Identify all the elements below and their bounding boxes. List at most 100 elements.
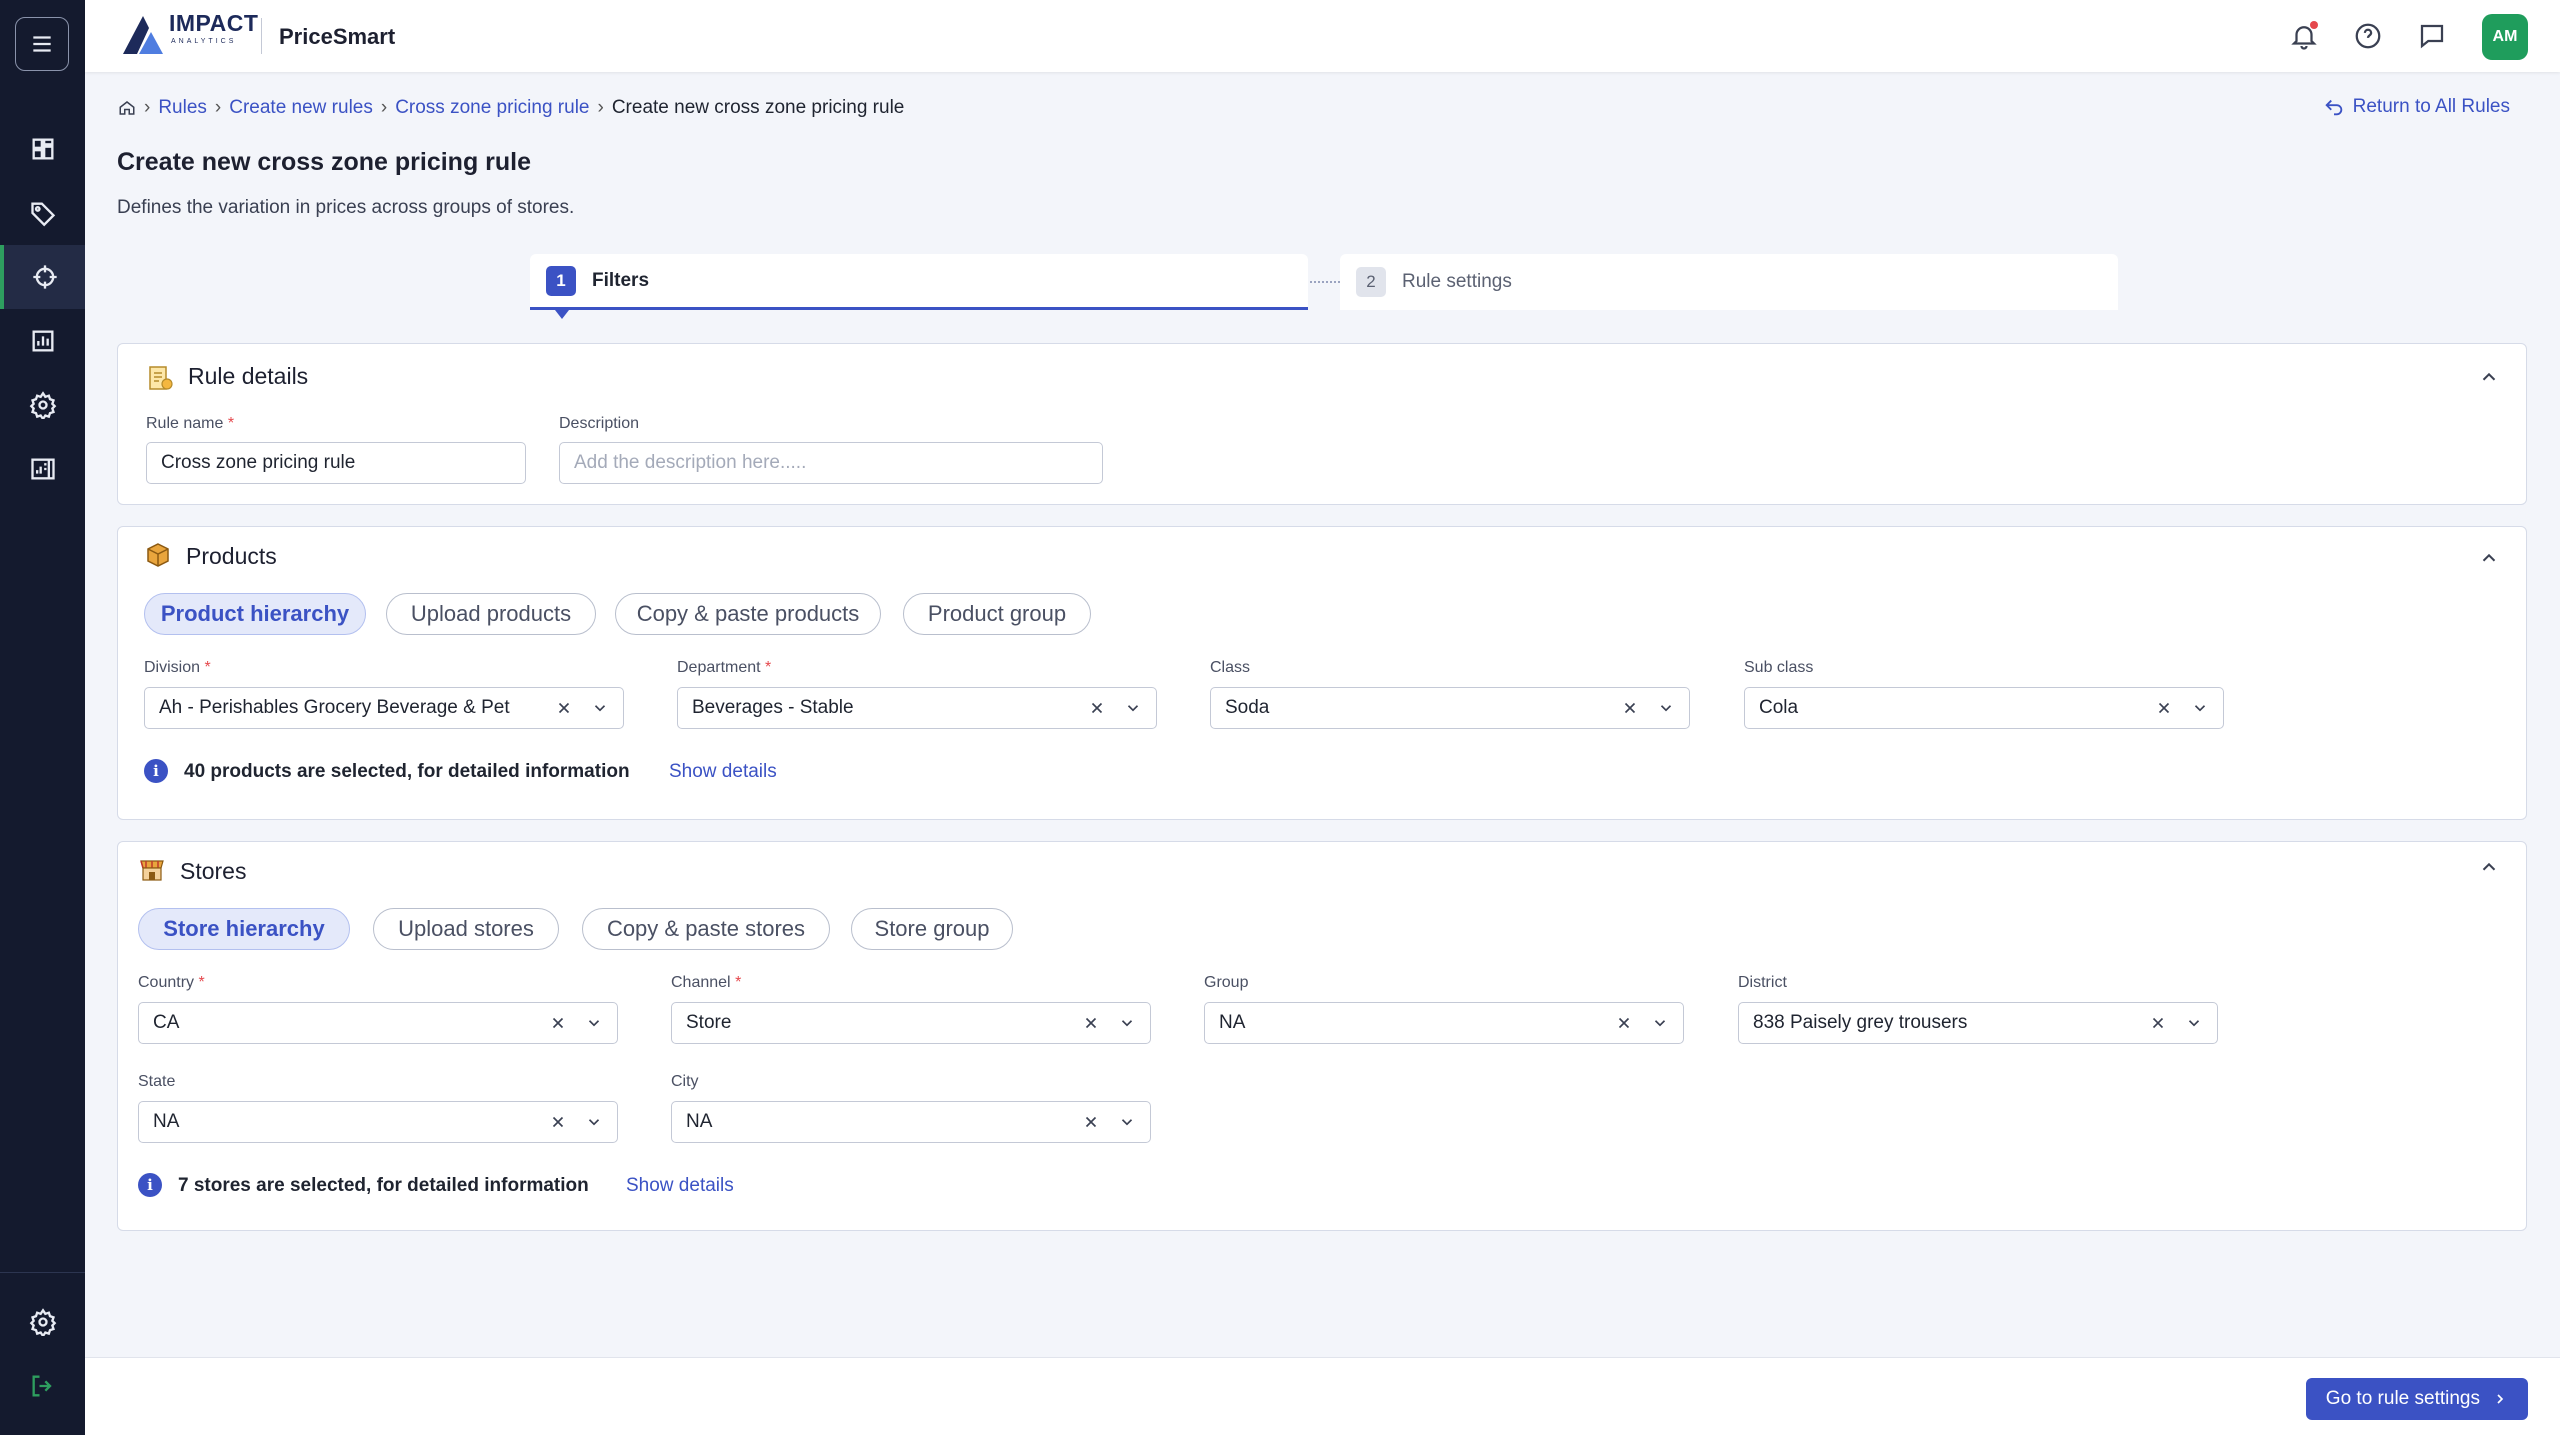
products-show-details-link[interactable]: Show details xyxy=(669,761,777,783)
chat-button[interactable] xyxy=(2414,18,2450,54)
clear-city-button[interactable] xyxy=(1082,1113,1100,1131)
district-dropdown-toggle[interactable] xyxy=(2185,1014,2203,1032)
go-to-rule-settings-button[interactable]: Go to rule settings xyxy=(2305,1378,2528,1420)
notification-dot xyxy=(2310,21,2318,29)
return-to-all-rules-link[interactable]: Return to All Rules xyxy=(2323,96,2510,118)
division-select[interactable]: Ah - Perishables Grocery Beverage & Pet xyxy=(144,687,624,729)
clear-district-button[interactable] xyxy=(2149,1014,2167,1032)
close-icon xyxy=(1085,1017,1097,1029)
collapse-stores-button[interactable] xyxy=(2478,856,2500,878)
description-label: Description xyxy=(559,415,640,432)
tab-upload-products[interactable]: Upload products xyxy=(386,593,596,635)
clear-department-button[interactable] xyxy=(1088,699,1106,717)
active-step-caret xyxy=(555,310,569,319)
department-dropdown-toggle[interactable] xyxy=(1124,699,1142,717)
logout-icon xyxy=(32,1375,52,1397)
collapse-rule-details-button[interactable] xyxy=(2478,366,2500,388)
tab-product-group[interactable]: Product group xyxy=(903,593,1091,635)
department-select[interactable]: Beverages - Stable xyxy=(677,687,1157,729)
state-dropdown-toggle[interactable] xyxy=(585,1113,603,1131)
group-value: NA xyxy=(1219,1012,1246,1033)
report-icon xyxy=(32,330,53,352)
city-label: City xyxy=(671,1073,699,1090)
clear-group-button[interactable] xyxy=(1615,1014,1633,1032)
return-arrow-icon xyxy=(2325,99,2342,116)
breadcrumb-cross-zone-pricing-rule[interactable]: Cross zone pricing rule xyxy=(395,97,589,119)
close-icon xyxy=(558,702,570,714)
tab-store-hierarchy[interactable]: Store hierarchy xyxy=(138,908,350,950)
breadcrumb-create-new-rules[interactable]: Create new rules xyxy=(229,97,373,119)
sub-class-label: Sub class xyxy=(1744,659,1814,676)
page-description: Defines the variation in prices across g… xyxy=(117,197,575,218)
description-input[interactable]: Add the description here..... xyxy=(559,442,1103,484)
sidebar-item-configuration[interactable] xyxy=(0,373,85,437)
state-value: NA xyxy=(153,1111,180,1132)
class-label: Class xyxy=(1210,659,1251,676)
channel-value: Store xyxy=(686,1012,732,1033)
step-filters[interactable]: 1 Filters xyxy=(530,254,1308,310)
channel-select[interactable]: Store xyxy=(671,1002,1151,1044)
clear-state-button[interactable] xyxy=(549,1113,567,1131)
go-button-label: Go to rule settings xyxy=(2325,1388,2480,1409)
city-dropdown-toggle[interactable] xyxy=(1118,1113,1136,1131)
sidebar-item-documents[interactable] xyxy=(0,437,85,501)
sidebar-item-dashboard[interactable] xyxy=(0,117,85,181)
state-select[interactable]: NA xyxy=(138,1101,618,1143)
tab-product-hierarchy[interactable]: Product hierarchy xyxy=(144,593,366,635)
channel-dropdown-toggle[interactable] xyxy=(1118,1014,1136,1032)
class-dropdown-toggle[interactable] xyxy=(1657,699,1675,717)
help-button[interactable] xyxy=(2350,18,2386,54)
sub-class-select[interactable]: Cola xyxy=(1744,687,2224,729)
sidebar-item-logout[interactable] xyxy=(0,1354,85,1418)
rule-name-input[interactable]: Cross zone pricing rule xyxy=(146,442,526,484)
menu-button[interactable] xyxy=(15,17,69,71)
clear-channel-button[interactable] xyxy=(1082,1014,1100,1032)
top-bar: IMPACT ANALYTICS PriceSmart AM xyxy=(85,0,2560,72)
class-select[interactable]: Soda xyxy=(1210,687,1690,729)
logo-mark-icon xyxy=(123,16,163,54)
dashboard-icon xyxy=(32,138,53,160)
close-icon xyxy=(2158,702,2170,714)
stores-card: Stores Store hierarchy Upload stores Cop… xyxy=(117,841,2527,1231)
info-icon: i xyxy=(144,759,168,783)
sidebar-item-rules[interactable] xyxy=(0,245,85,309)
tab-upload-stores[interactable]: Upload stores xyxy=(373,908,559,950)
country-dropdown-toggle[interactable] xyxy=(585,1014,603,1032)
rule-details-card: Rule details Rule name * Cross zone pric… xyxy=(117,343,2527,505)
breadcrumb-rules[interactable]: Rules xyxy=(158,97,207,119)
clear-country-button[interactable] xyxy=(549,1014,567,1032)
return-link-label: Return to All Rules xyxy=(2352,96,2510,117)
chevron-down-icon xyxy=(1660,705,1672,712)
tab-store-group[interactable]: Store group xyxy=(851,908,1013,950)
stores-show-details-link[interactable]: Show details xyxy=(626,1175,734,1197)
close-icon xyxy=(1091,702,1103,714)
group-select[interactable]: NA xyxy=(1204,1002,1684,1044)
step-number: 1 xyxy=(546,265,576,296)
division-dropdown-toggle[interactable] xyxy=(591,699,609,717)
tab-copy-paste-products[interactable]: Copy & paste products xyxy=(615,593,881,635)
sidebar-item-settings[interactable] xyxy=(0,1290,85,1354)
avatar[interactable]: AM xyxy=(2482,14,2528,60)
chevron-down-icon xyxy=(594,705,606,712)
district-select[interactable]: 838 Paisely grey trousers xyxy=(1738,1002,2218,1044)
tab-copy-paste-stores[interactable]: Copy & paste stores xyxy=(582,908,830,950)
sidebar-item-reports[interactable] xyxy=(0,309,85,373)
chevron-down-icon xyxy=(2188,1020,2200,1027)
chevron-down-icon xyxy=(1121,1119,1133,1126)
step-rule-settings[interactable]: 2 Rule settings xyxy=(1340,254,2118,310)
clear-division-button[interactable] xyxy=(555,699,573,717)
sub-class-dropdown-toggle[interactable] xyxy=(2191,699,2209,717)
home-icon[interactable] xyxy=(118,99,136,117)
sidebar-item-pricing[interactable] xyxy=(0,181,85,245)
close-icon xyxy=(1618,1017,1630,1029)
clear-class-button[interactable] xyxy=(1621,699,1639,717)
clear-sub-class-button[interactable] xyxy=(2155,699,2173,717)
country-select[interactable]: CA xyxy=(138,1002,618,1044)
city-select[interactable]: NA xyxy=(671,1101,1151,1143)
step-connector xyxy=(1310,281,1340,283)
impact-logo[interactable] xyxy=(121,14,165,56)
collapse-products-button[interactable] xyxy=(2478,547,2500,569)
group-dropdown-toggle[interactable] xyxy=(1651,1014,1669,1032)
notifications-button[interactable] xyxy=(2286,18,2322,54)
breadcrumb-separator: › xyxy=(214,97,222,118)
